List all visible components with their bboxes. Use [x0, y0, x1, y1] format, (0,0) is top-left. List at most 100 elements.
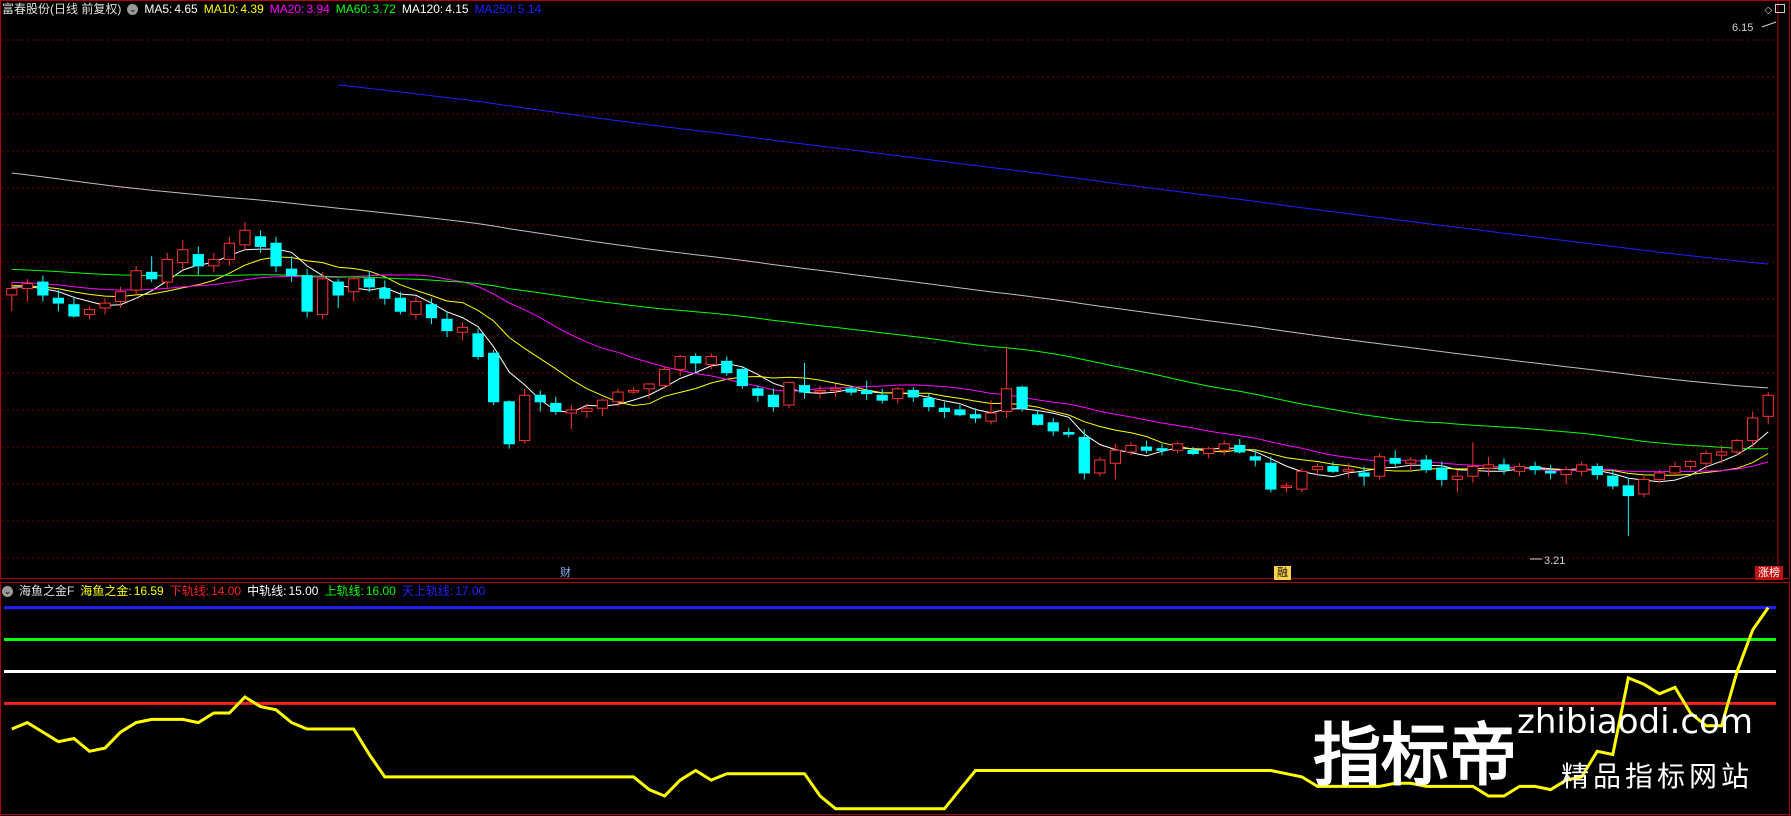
- candle-up[interactable]: [985, 412, 997, 422]
- candle-up[interactable]: [83, 309, 96, 315]
- candle-up[interactable]: [1451, 475, 1463, 480]
- candle-down[interactable]: [1016, 386, 1028, 409]
- candle-down[interactable]: [441, 318, 453, 332]
- candle-down[interactable]: [1265, 462, 1277, 490]
- badge-zhangting[interactable]: 涨榜: [1755, 566, 1783, 580]
- candle-up[interactable]: [1653, 472, 1666, 480]
- candle-up[interactable]: [829, 388, 842, 391]
- candle-down[interactable]: [425, 304, 438, 319]
- candle-down[interactable]: [37, 281, 49, 296]
- candle-down[interactable]: [1032, 414, 1044, 425]
- candle-down[interactable]: [1607, 475, 1619, 487]
- candle-down[interactable]: [1140, 446, 1153, 451]
- candle-up[interactable]: [21, 283, 33, 290]
- candle-down[interactable]: [1047, 422, 1059, 432]
- candle-up[interactable]: [519, 394, 531, 442]
- candle-down[interactable]: [52, 297, 65, 304]
- candle-down[interactable]: [503, 401, 515, 445]
- candle-down[interactable]: [488, 352, 500, 403]
- candle-up[interactable]: [1669, 465, 1681, 474]
- candle-up[interactable]: [643, 383, 655, 390]
- candle-down[interactable]: [954, 409, 966, 416]
- candle-up[interactable]: [1342, 469, 1355, 472]
- candle-up[interactable]: [1218, 443, 1230, 451]
- candle-down[interactable]: [767, 394, 780, 408]
- candle-down[interactable]: [752, 388, 764, 396]
- candle-up[interactable]: [1638, 478, 1650, 495]
- candle-up[interactable]: [1280, 485, 1292, 489]
- candle-down[interactable]: [192, 254, 204, 267]
- candle-up[interactable]: [1467, 465, 1479, 477]
- candle-down[interactable]: [285, 268, 298, 277]
- candle-down[interactable]: [1078, 436, 1090, 474]
- candle-up[interactable]: [1560, 469, 1572, 476]
- candle-down[interactable]: [907, 389, 919, 398]
- candle-up[interactable]: [1125, 444, 1137, 453]
- candle-up[interactable]: [627, 389, 640, 393]
- candle-up[interactable]: [99, 302, 111, 309]
- candle-down[interactable]: [1420, 459, 1432, 471]
- candle-down[interactable]: [550, 402, 562, 412]
- candle-up[interactable]: [1171, 443, 1184, 451]
- candle-up[interactable]: [1684, 461, 1697, 467]
- candle-up[interactable]: [1405, 459, 1417, 464]
- candle-up[interactable]: [892, 388, 904, 400]
- diamond-icon[interactable]: ◇: [1765, 5, 1773, 16]
- candle-up[interactable]: [1576, 464, 1588, 472]
- candle-up[interactable]: [348, 278, 360, 293]
- candle-up[interactable]: [208, 258, 220, 267]
- candle-down[interactable]: [394, 297, 406, 312]
- candle-down[interactable]: [1187, 449, 1199, 455]
- candle-up[interactable]: [581, 407, 593, 412]
- candle-down[interactable]: [379, 288, 391, 299]
- candle-up[interactable]: [705, 355, 717, 366]
- candle-down[interactable]: [1156, 448, 1168, 451]
- candle-down[interactable]: [736, 368, 748, 387]
- candle-down[interactable]: [1063, 432, 1075, 435]
- candle-down[interactable]: [254, 236, 267, 247]
- candle-down[interactable]: [363, 278, 375, 288]
- candle-down[interactable]: [68, 304, 80, 317]
- candle-up[interactable]: [1482, 464, 1495, 469]
- candle-down[interactable]: [1327, 465, 1339, 472]
- candle-down[interactable]: [861, 389, 873, 395]
- candle-down[interactable]: [1529, 465, 1541, 471]
- candle-up[interactable]: [317, 278, 329, 315]
- candle-up[interactable]: [1374, 456, 1386, 477]
- candle-down[interactable]: [1622, 485, 1634, 497]
- candle-down[interactable]: [1544, 470, 1557, 474]
- indicator-settings-icon[interactable]: ⌄: [2, 586, 13, 598]
- candle-down[interactable]: [845, 388, 857, 393]
- candle-down[interactable]: [472, 333, 484, 357]
- candle-up[interactable]: [1296, 470, 1308, 490]
- candle-up[interactable]: [1747, 417, 1759, 442]
- candle-up[interactable]: [1700, 453, 1712, 464]
- candle-down[interactable]: [721, 360, 733, 374]
- candle-up[interactable]: [223, 242, 236, 260]
- candle-up[interactable]: [6, 288, 18, 296]
- candle-up[interactable]: [1109, 449, 1122, 464]
- candle-down[interactable]: [1249, 456, 1261, 461]
- candle-down[interactable]: [938, 407, 951, 412]
- candle-up[interactable]: [456, 326, 469, 333]
- candle-down[interactable]: [146, 271, 158, 280]
- candle-up[interactable]: [814, 389, 826, 393]
- candle-up[interactable]: [674, 355, 686, 370]
- candle-down[interactable]: [332, 281, 344, 296]
- candle-up[interactable]: [239, 229, 251, 246]
- badge-cai[interactable]: 财: [557, 566, 574, 580]
- candle-up[interactable]: [1715, 451, 1728, 456]
- candle-up[interactable]: [1513, 465, 1526, 472]
- candle-down[interactable]: [1234, 444, 1246, 453]
- candle-up[interactable]: [1731, 440, 1743, 453]
- candle-down[interactable]: [798, 385, 811, 393]
- candle-up[interactable]: [1000, 388, 1013, 412]
- candle-up[interactable]: [658, 368, 671, 387]
- candle-up[interactable]: [1203, 448, 1215, 455]
- badge-rong[interactable]: 融: [1274, 566, 1291, 580]
- candle-up[interactable]: [565, 409, 577, 414]
- candle-down[interactable]: [923, 398, 935, 408]
- candle-down[interactable]: [969, 414, 982, 419]
- candle-up[interactable]: [177, 249, 189, 264]
- candle-down[interactable]: [1389, 457, 1401, 464]
